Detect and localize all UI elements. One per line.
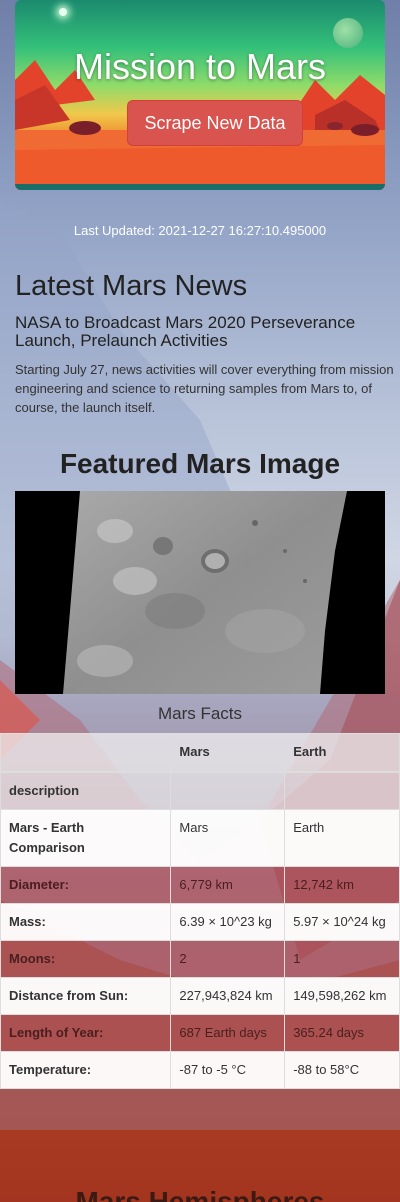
earth-value: 149,598,262 km: [284, 977, 400, 1015]
latest-news-heading: Latest Mars News: [15, 270, 248, 302]
row-label: Length of Year:: [0, 1014, 172, 1052]
table-row: Length of Year: 687 Earth days 365.24 da…: [0, 1014, 400, 1052]
news-paragraph: Starting July 27, news activities will c…: [15, 362, 394, 415]
row-label: Temperature:: [0, 1051, 172, 1089]
row-label: Moons:: [0, 940, 172, 978]
featured-image-heading: Featured Mars Image: [59, 448, 341, 479]
row-label: Mass:: [0, 903, 172, 941]
page-title: Mission to Mars: [73, 46, 327, 87]
table-row: Distance from Sun: 227,943,824 km 149,59…: [0, 977, 400, 1015]
table-index-label: description: [0, 771, 172, 810]
table-row: Mass: 6.39 × 10^23 kg 5.97 × 10^24 kg: [0, 903, 400, 941]
mars-landscape-illustration: [15, 60, 385, 190]
row-label: Distance from Sun:: [0, 977, 172, 1015]
mars-value: -87 to -5 °C: [170, 1051, 286, 1089]
scrape-new-data-button[interactable]: Scrape New Data: [127, 100, 303, 146]
mars-value: 2: [170, 940, 286, 978]
header-banner: Mission to Mars Scrape New Data: [15, 0, 385, 190]
table-header-mars: Mars: [170, 733, 286, 773]
mars-value: 6,779 km: [170, 866, 286, 904]
earth-value: 1: [284, 940, 400, 978]
table-row: Moons: 2 1: [0, 940, 400, 978]
table-row: Temperature: -87 to -5 °C -88 to 58°C: [0, 1051, 400, 1089]
table-header-earth: Earth: [284, 733, 400, 773]
mars-facts-caption: Mars Facts: [157, 704, 243, 723]
table-header-row: Mars Earth: [0, 733, 400, 773]
earth-value: -88 to 58°C: [284, 1051, 400, 1089]
mars-value: Mars: [170, 809, 286, 867]
earth-value: Earth: [284, 809, 400, 867]
mars-surface-photo: [63, 491, 347, 694]
row-label: Diameter:: [0, 866, 172, 904]
earth-value: 5.97 × 10^24 kg: [284, 903, 400, 941]
table-header-blank: [0, 733, 172, 773]
mars-value: 687 Earth days: [170, 1014, 286, 1052]
hemispheres-heading: Mars Hemispheres: [75, 1186, 325, 1202]
mars-value: 227,943,824 km: [170, 977, 286, 1015]
featured-mars-image: [15, 491, 385, 694]
earth-value: 12,742 km: [284, 866, 400, 904]
row-label: Mars - Earth Comparison: [0, 809, 172, 867]
table-row: Mars - Earth Comparison Mars Earth: [0, 809, 400, 867]
table-index-row: description: [0, 771, 400, 810]
last-updated-text: Last Updated: 2021-12-27 16:27:10.495000: [73, 223, 327, 238]
mars-facts-table: Mars Earth description Mars - Earth Comp…: [0, 733, 400, 1089]
banner-bottom-edge: [15, 184, 385, 190]
news-title: NASA to Broadcast Mars 2020 Perseverance…: [15, 313, 356, 350]
table-row: Diameter: 6,779 km 12,742 km: [0, 866, 400, 904]
earth-value: 365.24 days: [284, 1014, 400, 1052]
mars-value: 6.39 × 10^23 kg: [170, 903, 286, 941]
